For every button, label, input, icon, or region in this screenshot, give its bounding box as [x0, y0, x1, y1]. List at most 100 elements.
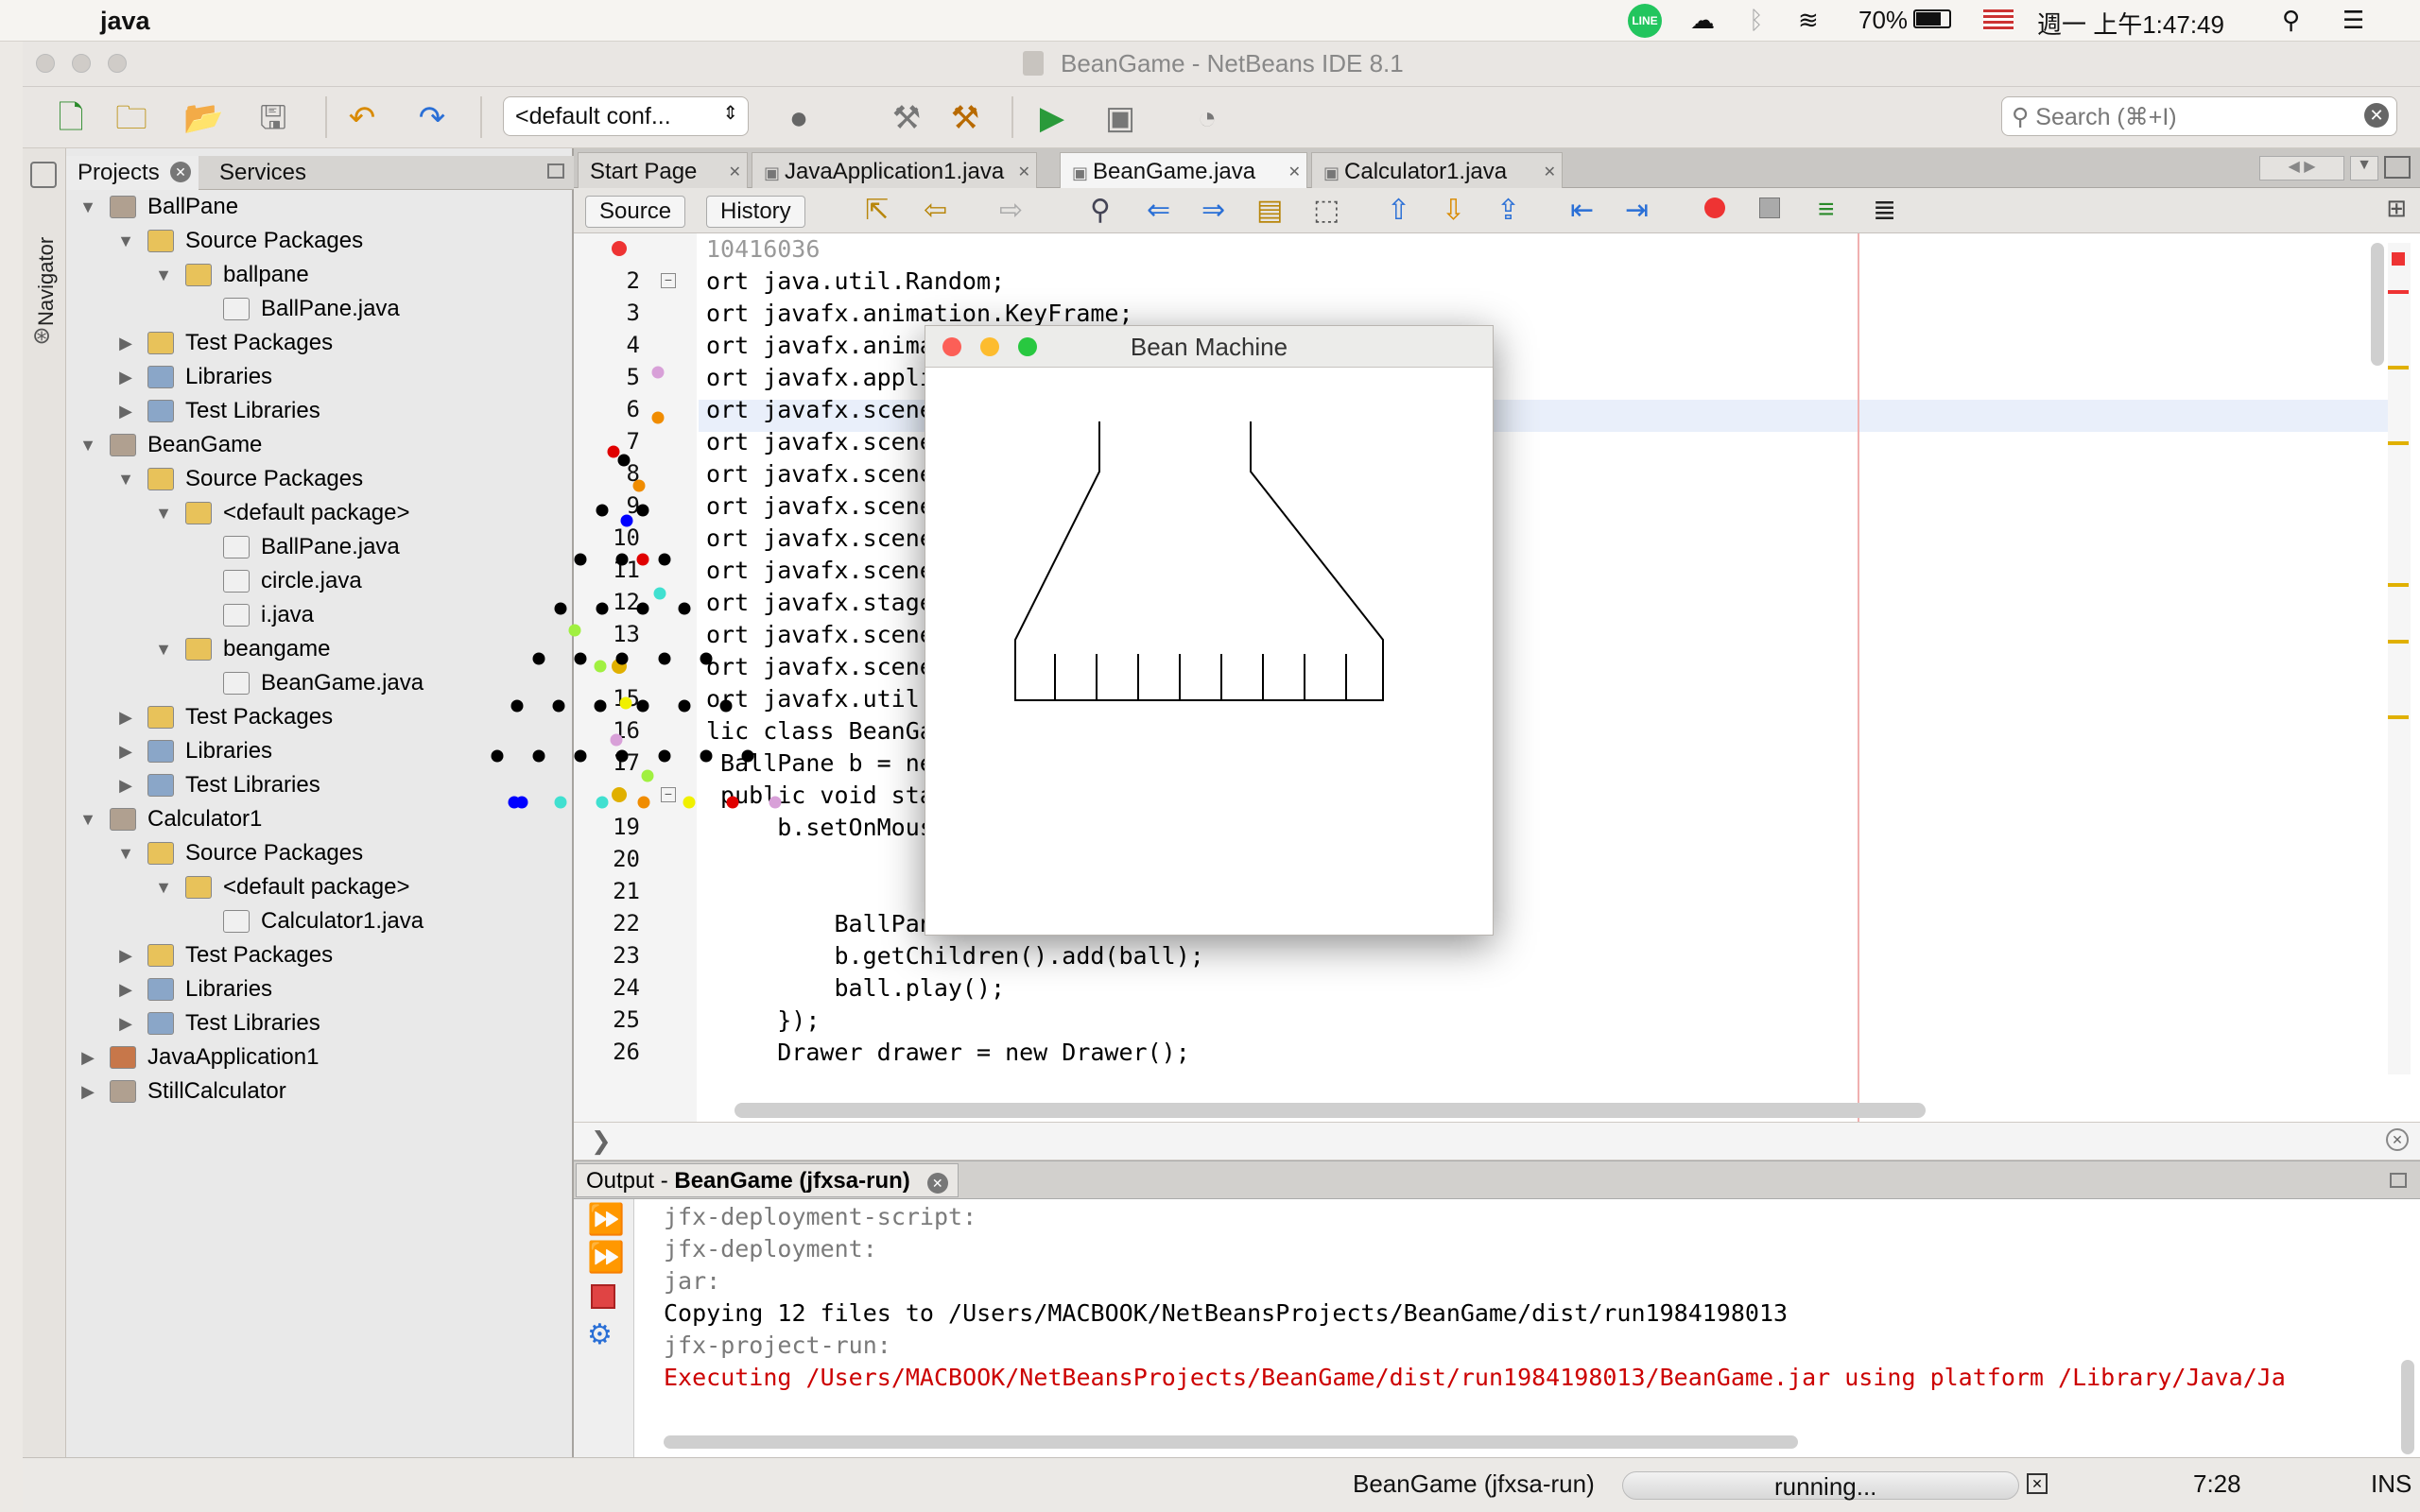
toggle-bookmark-icon[interactable]: ⇪ [1496, 194, 1520, 227]
fold-icon[interactable]: − [661, 273, 676, 288]
uncomment-icon[interactable]: ≣ [1873, 194, 1896, 227]
minimize-panel-icon[interactable] [547, 163, 564, 179]
output-v-scrollbar[interactable] [2401, 1360, 2414, 1454]
split-editor-icon[interactable]: ⊞ [2386, 194, 2407, 223]
expand-down-icon[interactable]: ▼ [78, 802, 98, 836]
popup-minimize-button[interactable] [980, 337, 999, 356]
line-icon[interactable]: LINE [1628, 4, 1662, 38]
expand-right-icon[interactable]: ▶ [115, 360, 136, 394]
expand-right-icon[interactable]: ▶ [78, 1040, 98, 1074]
new-file-icon[interactable]: 🗋 [51, 98, 91, 138]
next-bookmark-icon[interactable]: ⇩ [1442, 194, 1465, 227]
expand-right-icon[interactable]: ▶ [115, 734, 136, 768]
hint-icon[interactable] [612, 787, 627, 802]
popup-close-button[interactable] [942, 337, 961, 356]
minimize-window-button[interactable] [72, 54, 91, 73]
tab-beangame[interactable]: ▣ BeanGame.java ✕ [1060, 152, 1307, 188]
creative-cloud-icon[interactable]: ☁ [1690, 6, 1715, 35]
horizontal-scrollbar[interactable] [735, 1103, 1926, 1118]
code-line[interactable]: }); [706, 1005, 820, 1037]
debug-icon[interactable]: ▣ [1100, 98, 1140, 138]
expand-down-icon[interactable]: ▼ [115, 462, 136, 496]
minimize-output-icon[interactable] [2390, 1173, 2407, 1188]
window-menu-icon[interactable] [30, 162, 57, 188]
expand-right-icon[interactable]: ▶ [78, 1074, 98, 1108]
code-line[interactable]: Drawer drawer = new Drawer(); [706, 1037, 1190, 1069]
code-line[interactable]: 10416036 [706, 233, 820, 266]
back-icon[interactable]: ⇦ [924, 194, 947, 227]
search-input[interactable]: ⚲ Search (⌘+I) ✕ [2001, 96, 2397, 136]
expand-right-icon[interactable]: ▶ [115, 972, 136, 1006]
expand-down-icon[interactable]: ▼ [153, 870, 174, 904]
close-output-icon[interactable]: ✕ [926, 1173, 948, 1194]
profile-icon[interactable]: ◔ [1187, 98, 1227, 138]
tab-start-page[interactable]: Start Page ✕ [578, 152, 748, 188]
input-flag-icon[interactable] [1983, 9, 2014, 30]
globe-icon[interactable]: ● [779, 98, 819, 138]
last-edit-icon[interactable]: ⇱ [865, 194, 889, 227]
shift-left-icon[interactable]: ⇤ [1570, 194, 1594, 227]
expand-down-icon[interactable]: ▼ [78, 428, 98, 462]
save-all-icon[interactable]: 🖫 [253, 98, 293, 138]
code-line[interactable]: b.getChildren().add(ball); [706, 940, 1203, 972]
shift-right-icon[interactable]: ⇥ [1625, 194, 1649, 227]
expand-down-icon[interactable]: ▼ [115, 836, 136, 870]
clean-build-icon[interactable]: ⚒ [945, 98, 985, 138]
forward-icon[interactable]: ⇨ [999, 194, 1023, 227]
scroll-tabs-icon[interactable]: ◀ ▶ [2259, 156, 2344, 180]
stop-icon[interactable] [591, 1284, 615, 1309]
expand-right-icon[interactable]: ▶ [115, 394, 136, 428]
close-tab-icon[interactable]: ✕ [170, 162, 191, 182]
rerun-with-params-icon[interactable]: ⏩ [587, 1239, 625, 1275]
new-project-icon[interactable]: 🗀 [112, 98, 151, 138]
find-icon[interactable]: ⚲ [1090, 194, 1111, 227]
history-button[interactable]: History [706, 196, 805, 228]
expand-down-icon[interactable]: ▼ [153, 632, 174, 666]
fold-icon[interactable]: − [661, 787, 676, 802]
expand-down-icon[interactable]: ▼ [78, 190, 98, 224]
expand-right-icon[interactable]: ▶ [115, 700, 136, 734]
code-line[interactable]: ball.play(); [706, 972, 1005, 1005]
expand-right-icon[interactable]: ▶ [115, 326, 136, 360]
undo-icon[interactable]: ↶ [342, 98, 382, 138]
popup-zoom-button[interactable] [1018, 337, 1037, 356]
expand-down-icon[interactable]: ▼ [153, 258, 174, 292]
hint-icon[interactable] [612, 241, 627, 256]
notification-center-icon[interactable]: ☰ [2342, 6, 2364, 35]
zoom-window-button[interactable] [108, 54, 127, 73]
record-macro-icon[interactable] [1704, 198, 1725, 218]
error-stripe[interactable] [2388, 243, 2411, 1074]
expand-down-icon[interactable]: ▼ [153, 496, 174, 530]
tab-calculator1[interactable]: ▣ Calculator1.java ✕ [1311, 152, 1563, 188]
configuration-select[interactable]: <default conf... ⇕ [503, 96, 749, 136]
vertical-scrollbar[interactable] [2371, 243, 2384, 366]
bean-machine-window[interactable]: Bean Machine [491, 325, 1494, 936]
settings-icon[interactable]: ⚙ [587, 1318, 613, 1351]
open-project-icon[interactable]: 📂 [183, 98, 223, 138]
app-menu[interactable]: java [100, 7, 150, 36]
expand-down-icon[interactable]: ▼ [115, 224, 136, 258]
navigator-tab[interactable]: Navigator [34, 222, 59, 326]
build-icon[interactable]: ⚒ [887, 98, 926, 138]
battery-icon[interactable] [1913, 9, 1951, 28]
code-line[interactable]: ort java.util.Random; [706, 266, 1005, 298]
previous-bookmark-icon[interactable]: ⇧ [1387, 194, 1410, 227]
expand-right-icon[interactable]: ▶ [115, 768, 136, 802]
comment-icon[interactable]: ≡ [1818, 194, 1835, 226]
stop-macro-icon[interactable] [1759, 198, 1780, 218]
output-h-scrollbar[interactable] [664, 1435, 1798, 1449]
toggle-highlight-icon[interactable]: ▤ [1256, 194, 1283, 227]
show-documents-icon[interactable]: ▼ [2350, 156, 2378, 180]
menu-clock[interactable]: 週一 上午1:47:49 [2037, 6, 2224, 41]
expand-right-icon[interactable]: ▶ [115, 1006, 136, 1040]
breadcrumb-arrow-icon[interactable]: ❯ [591, 1126, 612, 1156]
spotlight-icon[interactable]: ⚲ [2282, 6, 2300, 35]
redo-icon[interactable]: ↷ [412, 98, 452, 138]
close-window-button[interactable] [36, 54, 55, 73]
source-button[interactable]: Source [585, 196, 686, 228]
select-rect-icon[interactable]: ⬚ [1313, 194, 1340, 227]
expand-right-icon[interactable]: ▶ [115, 938, 136, 972]
tab-output[interactable]: Output - BeanGame (jfxsa-run) ✕ [576, 1163, 959, 1197]
find-next-icon[interactable]: ⇒ [1201, 194, 1225, 227]
tab-projects[interactable]: Projects ✕ [66, 156, 199, 190]
